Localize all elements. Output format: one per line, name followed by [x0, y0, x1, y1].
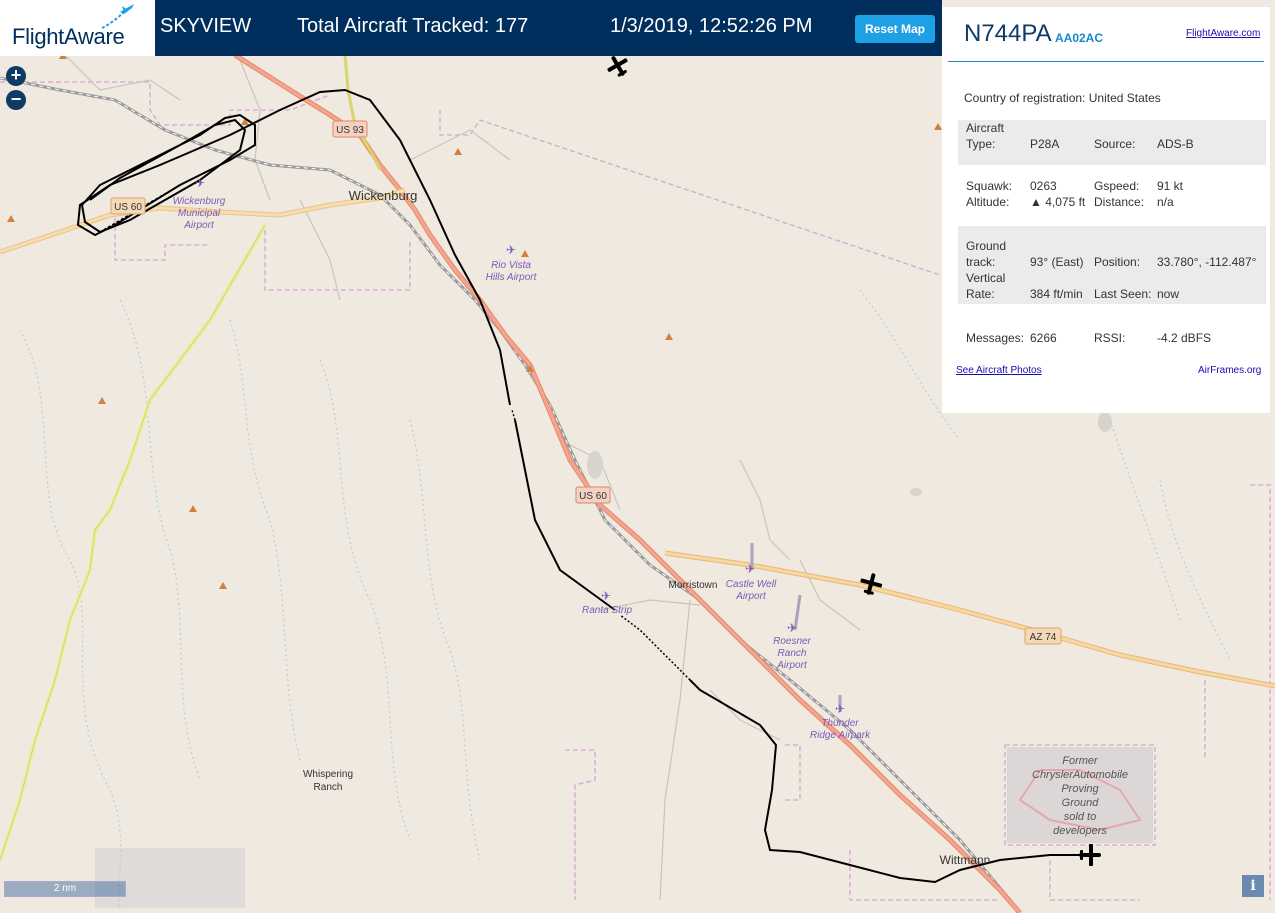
last-seen-value: now [1157, 287, 1180, 301]
us93-label: US 93 [336, 125, 364, 136]
chrysler-label-line: developers [1053, 825, 1107, 837]
messages-value: 6266 [1030, 331, 1057, 345]
flightaware-link[interactable]: FlightAware.com [1186, 28, 1260, 39]
rssi-label: RSSI: [1094, 331, 1126, 345]
airport-icon: ✈ [601, 589, 611, 603]
airport-label-line: Wickenburg [173, 196, 226, 207]
logo-text: FlightAware [12, 24, 125, 49]
airport-label-line: Roesner [773, 636, 811, 647]
wickenburg-label: Wickenburg [349, 188, 418, 203]
morristown-label: Morristown [669, 580, 718, 591]
type-label-line2: Type: [966, 137, 996, 151]
total-aircraft-tracked: Total Aircraft Tracked: 177 [297, 15, 529, 37]
position-value: 33.780°, -112.487° [1157, 255, 1257, 269]
flightaware-logo[interactable]: FlightAware [0, 0, 155, 56]
distance-value: n/a [1157, 195, 1174, 209]
source-label: Source: [1094, 137, 1136, 151]
see-aircraft-photos-link[interactable]: See Aircraft Photos [956, 365, 1042, 376]
airport-icon: ✈ [745, 562, 755, 576]
rssi-value: -4.2 dBFS [1157, 331, 1212, 345]
vertical-rate-label-line2: Rate: [966, 287, 995, 301]
airport-label-line: Hills Airport [486, 272, 538, 283]
info-button[interactable]: i [1242, 875, 1264, 897]
az74-label: AZ 74 [1030, 632, 1057, 643]
scale-bar: 2 nm [4, 881, 126, 897]
zoom-in-button[interactable]: + [6, 66, 26, 86]
grey-area [95, 848, 245, 908]
airframes-link[interactable]: AirFrames.org [1198, 365, 1261, 376]
aircraft-details-panel: N744PA AA02AC FlightAware.com Country of… [942, 7, 1270, 413]
chrysler-label-line: Former [1062, 755, 1099, 767]
altitude-value: ▲ 4,075 ft [1030, 195, 1086, 209]
ground-track-label-line2: track: [966, 255, 996, 269]
last-seen-label: Last Seen: [1094, 287, 1152, 301]
airport-label-line: Thunder [821, 718, 859, 729]
airport-label-line: Ranta Strip [582, 605, 632, 616]
wittmann-label: Wittmann [940, 853, 991, 867]
chrysler-label-line: sold to [1064, 811, 1096, 823]
messages-label: Messages: [966, 331, 1025, 345]
airport-label-line: Rio Vista [491, 260, 531, 271]
airport-label-line: Airport [183, 220, 215, 231]
airport-label-line: Municipal [178, 208, 221, 219]
current-datetime: 1/3/2019, 12:52:26 PM [610, 15, 813, 37]
airport-label-line: Ridge Airpark [810, 730, 871, 741]
whispering-ranch-label-1: Whispering [303, 769, 353, 780]
aircraft-icao: AA02AC [1055, 31, 1104, 45]
top-header: FlightAware SKYVIEW Total Aircraft Track… [0, 0, 942, 56]
airport-icon: ✈ [787, 621, 797, 635]
airport-label-line: Ranch [778, 648, 807, 659]
distance-label: Distance: [1094, 195, 1145, 209]
aircraft-type-row: Aircraft Type: P28A Source: ADS-B [958, 120, 1266, 165]
airport-label-line: Castle Well [726, 579, 777, 590]
gspeed-label: Gspeed: [1094, 179, 1140, 193]
ground-track-row: Ground track: 93° (East) Position: 33.78… [958, 226, 1266, 304]
chrysler-label-line: Proving [1061, 783, 1099, 795]
country-of-registration: Country of registration: United States [964, 91, 1161, 105]
airport-label-line: Airport [735, 591, 767, 602]
type-label-line1: Aircraft [966, 121, 1005, 135]
altitude-label: Altitude: [966, 195, 1010, 209]
squawk-value: 0263 [1030, 179, 1057, 193]
whispering-ranch-label-2: Ranch [314, 782, 343, 793]
messages-row: Messages: 6266 RSSI: -4.2 dBFS [958, 330, 1266, 350]
squawk-row: Squawk: 0263 Gspeed: 91 kt Altitude: ▲ 4… [958, 178, 1266, 212]
vertical-rate-label-line1: Vertical [966, 271, 1006, 285]
ground-track-value: 93° (East) [1030, 255, 1084, 269]
aircraft-type-value: P28A [1030, 137, 1060, 151]
source-value: ADS-B [1157, 137, 1194, 151]
us60-label-west: US 60 [114, 202, 142, 213]
chrysler-label-line: Ground [1062, 797, 1100, 809]
us60-label-east: US 60 [579, 491, 607, 502]
airport-icon: ✈ [835, 702, 845, 716]
airport-label-line: Airport [776, 660, 808, 671]
zoom-out-button[interactable]: − [6, 90, 26, 110]
aircraft-registration: N744PA [964, 20, 1052, 47]
airport-icon: ✈ [506, 243, 516, 257]
gspeed-value: 91 kt [1157, 179, 1184, 193]
squawk-label: Squawk: [966, 179, 1013, 193]
chrysler-label-line: ChryslerAutomobile [1032, 769, 1128, 781]
app-name: SKYVIEW [160, 15, 252, 37]
airport-icon: ✈ [195, 176, 205, 190]
aircraft-title-row: N744PA AA02AC FlightAware.com [948, 7, 1264, 62]
position-label: Position: [1094, 255, 1141, 269]
vertical-rate-value: 384 ft/min [1030, 287, 1083, 301]
reset-map-button[interactable]: Reset Map [855, 15, 935, 43]
ground-track-label-line1: Ground [966, 239, 1007, 253]
